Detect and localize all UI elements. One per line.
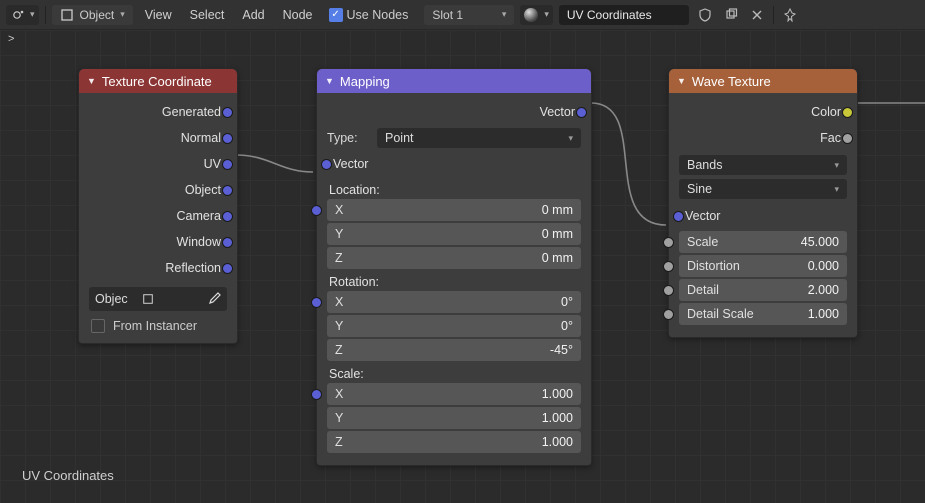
duplicate-material-button[interactable] bbox=[721, 5, 741, 25]
collapse-icon: ▼ bbox=[325, 76, 334, 86]
wave-profile-select[interactable]: Sine▾ bbox=[679, 179, 847, 199]
output-color: Color bbox=[811, 105, 841, 119]
eyedropper-icon[interactable] bbox=[207, 292, 221, 306]
socket-in-vector[interactable] bbox=[321, 159, 332, 170]
object-menu-icon bbox=[142, 293, 154, 305]
mode-dropdown[interactable]: Object ▾ bbox=[52, 5, 133, 25]
socket-out-window[interactable] bbox=[222, 237, 233, 248]
shield-icon bbox=[698, 8, 712, 22]
wave-type-select[interactable]: Bands▾ bbox=[679, 155, 847, 175]
output-camera: Camera bbox=[177, 209, 221, 223]
output-window: Window bbox=[177, 235, 221, 249]
mode-label: Object bbox=[80, 8, 115, 22]
input-vector-label: Vector bbox=[333, 157, 368, 171]
material-name-field[interactable]: UV Coordinates bbox=[559, 5, 689, 25]
node-mapping[interactable]: ▼ Mapping Vector Type: Point▾ Vector Loc… bbox=[316, 68, 592, 466]
use-nodes-toggle[interactable]: ✓ Use Nodes bbox=[329, 8, 409, 22]
socket-in-rotation[interactable] bbox=[311, 297, 322, 308]
detail-scale-field[interactable]: Detail Scale1.000 bbox=[679, 303, 847, 325]
collapse-icon: ▼ bbox=[87, 76, 96, 86]
slot-dropdown[interactable]: Slot 1▾ bbox=[424, 5, 514, 25]
node-title: Wave Texture bbox=[692, 74, 771, 89]
socket-out-object[interactable] bbox=[222, 185, 233, 196]
pin-icon bbox=[783, 8, 797, 22]
distortion-field[interactable]: Distortion0.000 bbox=[679, 255, 847, 277]
output-fac: Fac bbox=[820, 131, 841, 145]
scale-x-field[interactable]: X1.000 bbox=[327, 383, 581, 405]
socket-in-scale[interactable] bbox=[311, 389, 322, 400]
menu-view[interactable]: View bbox=[139, 8, 178, 22]
socket-out-uv[interactable] bbox=[222, 159, 233, 170]
node-wave-texture[interactable]: ▼ Wave Texture Color Fac Bands▾ Sine▾ Ve… bbox=[668, 68, 858, 338]
from-instancer-label: From Instancer bbox=[113, 319, 197, 333]
scale-y-field[interactable]: Y1.000 bbox=[327, 407, 581, 429]
detail-field[interactable]: Detail2.000 bbox=[679, 279, 847, 301]
location-z-field[interactable]: Z0 mm bbox=[327, 247, 581, 269]
socket-in-vector[interactable] bbox=[673, 211, 684, 222]
output-reflection: Reflection bbox=[165, 261, 221, 275]
socket-out-fac[interactable] bbox=[842, 133, 853, 144]
scale-field[interactable]: Scale45.000 bbox=[679, 231, 847, 253]
menu-node[interactable]: Node bbox=[277, 8, 319, 22]
checkbox-icon bbox=[91, 319, 105, 333]
material-browse-button[interactable]: ▾ bbox=[520, 5, 553, 25]
close-icon bbox=[751, 9, 763, 21]
material-sphere-icon bbox=[524, 8, 538, 22]
node-header[interactable]: ▼ Wave Texture bbox=[669, 69, 857, 93]
socket-out-camera[interactable] bbox=[222, 211, 233, 222]
unlink-material-button[interactable] bbox=[747, 5, 767, 25]
scale-z-field[interactable]: Z1.000 bbox=[327, 431, 581, 453]
socket-in-location[interactable] bbox=[311, 205, 322, 216]
object-icon bbox=[60, 8, 74, 22]
type-label: Type: bbox=[327, 131, 371, 145]
node-header[interactable]: ▼ Texture Coordinate bbox=[79, 69, 237, 93]
menu-select[interactable]: Select bbox=[184, 8, 231, 22]
location-label: Location: bbox=[329, 183, 581, 197]
type-select[interactable]: Point▾ bbox=[377, 128, 581, 148]
orbit-icon bbox=[10, 8, 24, 22]
rotation-z-field[interactable]: Z-45° bbox=[327, 339, 581, 361]
output-object: Object bbox=[185, 183, 221, 197]
socket-in-detail-scale[interactable] bbox=[663, 309, 674, 320]
output-uv: UV bbox=[204, 157, 221, 171]
object-field-label: Objec bbox=[95, 292, 136, 306]
menu-add[interactable]: Add bbox=[236, 8, 270, 22]
from-instancer-check[interactable]: From Instancer bbox=[89, 319, 227, 333]
rotation-x-field[interactable]: X0° bbox=[327, 291, 581, 313]
check-icon: ✓ bbox=[329, 8, 343, 22]
output-vector: Vector bbox=[540, 105, 575, 119]
breadcrumb[interactable]: > bbox=[4, 30, 18, 48]
socket-in-scale[interactable] bbox=[663, 237, 674, 248]
socket-out-color[interactable] bbox=[842, 107, 853, 118]
socket-out-generated[interactable] bbox=[222, 107, 233, 118]
input-vector-label: Vector bbox=[685, 209, 720, 223]
copy-icon bbox=[724, 8, 738, 22]
slot-label: Slot 1 bbox=[432, 8, 463, 22]
node-texture-coordinate[interactable]: ▼ Texture Coordinate Generated Normal UV… bbox=[78, 68, 238, 344]
socket-out-normal[interactable] bbox=[222, 133, 233, 144]
output-generated: Generated bbox=[162, 105, 221, 119]
status-label: UV Coordinates bbox=[22, 468, 114, 483]
socket-out-reflection[interactable] bbox=[222, 263, 233, 274]
scale-label: Scale: bbox=[329, 367, 581, 381]
location-y-field[interactable]: Y0 mm bbox=[327, 223, 581, 245]
node-title: Texture Coordinate bbox=[102, 74, 212, 89]
collapse-icon: ▼ bbox=[677, 76, 686, 86]
node-title: Mapping bbox=[340, 74, 390, 89]
socket-out-vector[interactable] bbox=[576, 107, 587, 118]
fake-user-button[interactable] bbox=[695, 5, 715, 25]
socket-in-distortion[interactable] bbox=[663, 261, 674, 272]
pin-button[interactable] bbox=[780, 5, 800, 25]
node-header[interactable]: ▼ Mapping bbox=[317, 69, 591, 93]
location-x-field[interactable]: X0 mm bbox=[327, 199, 581, 221]
object-picker-field[interactable]: Objec bbox=[89, 287, 227, 311]
socket-in-detail[interactable] bbox=[663, 285, 674, 296]
output-normal: Normal bbox=[181, 131, 221, 145]
pivot-dropdown[interactable]: ▾ bbox=[6, 5, 39, 25]
material-name-text: UV Coordinates bbox=[567, 8, 652, 22]
rotation-label: Rotation: bbox=[329, 275, 581, 289]
header-bar: ▾ Object ▾ View Select Add Node ✓ Use No… bbox=[0, 0, 925, 30]
use-nodes-label: Use Nodes bbox=[347, 8, 409, 22]
rotation-y-field[interactable]: Y0° bbox=[327, 315, 581, 337]
